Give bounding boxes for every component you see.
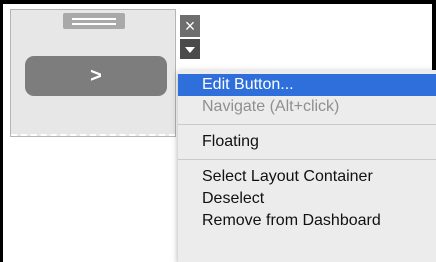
menu-item-floating[interactable]: Floating <box>178 131 436 153</box>
menu-item-edit-button[interactable]: Edit Button... <box>178 74 436 96</box>
context-menu: Edit Button... Navigate (Alt+click) Floa… <box>178 70 436 262</box>
grip-line <box>72 18 116 20</box>
menu-separator <box>178 124 436 125</box>
menu-item-select-layout-container[interactable]: Select Layout Container <box>178 166 436 188</box>
window-border-top <box>0 0 434 4</box>
menu-item-navigate[interactable]: Navigate (Alt+click) <box>178 96 436 118</box>
menu-item-deselect[interactable]: Deselect <box>178 188 436 210</box>
caret-down-icon <box>185 47 195 53</box>
move-grip-handle[interactable] <box>63 13 125 29</box>
more-options-button[interactable] <box>180 39 200 59</box>
grip-line <box>72 23 116 25</box>
dashboard-canvas: > × Edit Button... Navigate (Alt+click) … <box>0 0 436 262</box>
navigation-button[interactable]: > <box>25 56 167 96</box>
menu-item-remove-from-dashboard[interactable]: Remove from Dashboard <box>178 210 436 232</box>
menu-separator <box>178 159 436 160</box>
close-icon: × <box>184 16 196 36</box>
remove-object-button[interactable]: × <box>180 15 200 37</box>
window-border-left <box>0 0 3 262</box>
chevron-right-icon: > <box>90 65 102 87</box>
dashed-edge <box>11 134 175 136</box>
dashboard-button-object[interactable]: > <box>10 9 176 137</box>
